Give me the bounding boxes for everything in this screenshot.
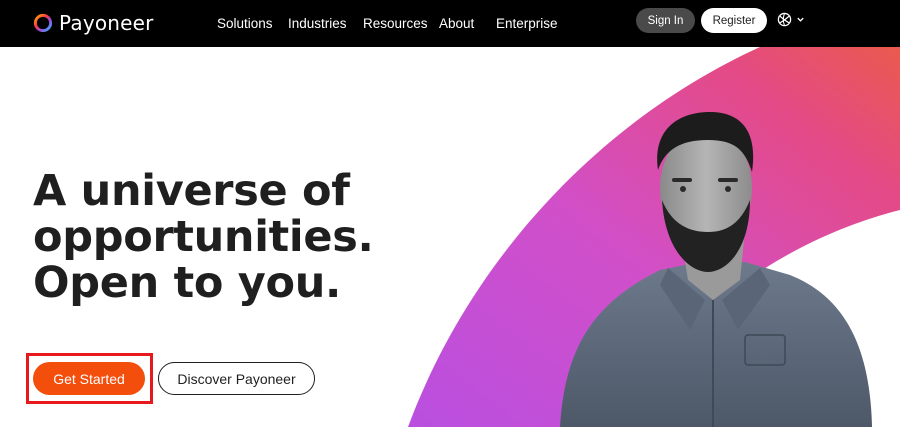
payoneer-logo[interactable]: Payoneer xyxy=(33,11,154,35)
nav-item-enterprise[interactable]: Enterprise xyxy=(496,16,558,31)
nav-item-solutions[interactable]: Solutions xyxy=(217,16,273,31)
globe-icon xyxy=(777,12,792,27)
register-button[interactable]: Register xyxy=(701,8,767,33)
discover-payoneer-button[interactable]: Discover Payoneer xyxy=(158,362,315,395)
hero-headline: A universe of opportunities. Open to you… xyxy=(33,168,413,306)
sign-in-button[interactable]: Sign In xyxy=(636,8,695,33)
brand-name: Payoneer xyxy=(59,11,154,35)
top-navigation: Payoneer Solutions Industries Resources … xyxy=(0,0,900,47)
logo-ring-icon xyxy=(33,13,53,33)
headline-line-2: opportunities. xyxy=(33,212,374,262)
nav-item-about[interactable]: About xyxy=(439,16,474,31)
nav-item-resources[interactable]: Resources xyxy=(363,16,428,31)
chevron-down-icon xyxy=(797,17,804,22)
nav-item-industries[interactable]: Industries xyxy=(288,16,347,31)
headline-line-1: A universe of xyxy=(33,166,350,216)
get-started-button[interactable]: Get Started xyxy=(33,362,145,395)
language-selector[interactable] xyxy=(777,12,805,27)
headline-line-3: Open to you. xyxy=(33,258,342,308)
